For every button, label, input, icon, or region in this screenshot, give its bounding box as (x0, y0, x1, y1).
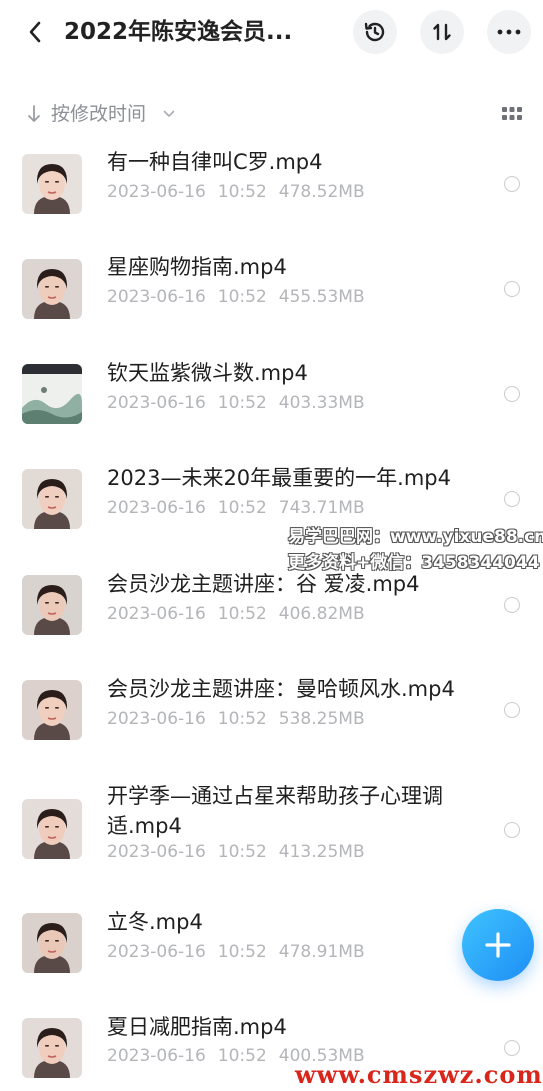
select-radio[interactable] (504, 176, 520, 192)
top-bar: 2022年陈安逸会员... (0, 0, 543, 66)
more-button[interactable] (487, 10, 531, 54)
file-size: 538.25MB (278, 709, 365, 729)
file-name: 会员沙龙主题讲座：曼哈顿风水.mp4 (107, 677, 455, 701)
arrow-down-icon (24, 102, 44, 126)
file-name: 钦天监紫微斗数.mp4 (107, 361, 308, 385)
file-size: 455.53MB (278, 287, 365, 307)
select-radio[interactable] (504, 597, 520, 613)
video-thumbnail (22, 799, 82, 859)
history-button[interactable] (353, 10, 397, 54)
select-radio[interactable] (504, 702, 520, 718)
file-date: 2023-06-16 (107, 498, 206, 518)
file-size: 403.33MB (278, 393, 365, 413)
watermark-text: 易学巴巴网：www.yixue88.cn (288, 527, 543, 547)
file-time: 10:52 (217, 942, 267, 962)
file-time: 10:52 (217, 393, 267, 413)
file-size: 478.52MB (278, 182, 365, 202)
video-thumbnail (22, 364, 82, 424)
file-meta: 2023-06-16 10:52 455.53MB (107, 285, 377, 309)
back-button[interactable] (20, 14, 50, 50)
file-name: 会员沙龙主题讲座：谷 爱凌.mp4 (107, 572, 420, 596)
file-date: 2023-06-16 (107, 182, 206, 202)
file-time: 10:52 (217, 287, 267, 307)
file-meta: 2023-06-16 10:52 406.82MB (107, 602, 377, 626)
select-radio[interactable] (504, 386, 520, 402)
file-date: 2023-06-16 (107, 842, 206, 862)
file-meta: 2023-06-16 10:52 538.25MB (107, 707, 377, 731)
video-thumbnail (22, 1018, 82, 1078)
add-button[interactable] (462, 909, 534, 981)
file-date: 2023-06-16 (107, 393, 206, 413)
watermark-text: 更多资料+微信：3458344044 (288, 553, 540, 573)
grid-view-icon (502, 107, 522, 120)
history-icon (364, 22, 385, 42)
file-size: 413.25MB (278, 842, 365, 862)
file-meta: 2023-06-16 10:52 743.71MB (107, 496, 377, 520)
video-thumbnail (22, 469, 82, 529)
video-thumbnail (22, 680, 82, 740)
file-date: 2023-06-16 (107, 604, 206, 624)
file-time: 10:52 (217, 498, 267, 518)
sort-mode-label[interactable]: 按修改时间 (51, 96, 146, 132)
file-date: 2023-06-16 (107, 287, 206, 307)
file-name: 2023—未来20年最重要的一年.mp4 (107, 466, 451, 490)
more-icon (497, 29, 521, 35)
file-meta: 2023-06-16 10:52 403.33MB (107, 391, 377, 415)
video-thumbnail (22, 913, 82, 973)
file-meta: 2023-06-16 10:52 478.52MB (107, 180, 377, 204)
file-size: 406.82MB (278, 604, 365, 624)
file-name: 夏日减肥指南.mp4 (107, 1015, 287, 1039)
file-time: 10:52 (217, 1046, 267, 1066)
file-size: 743.71MB (278, 498, 365, 518)
select-radio[interactable] (504, 491, 520, 507)
plus-icon (485, 932, 511, 958)
video-thumbnail (22, 575, 82, 635)
select-radio[interactable] (504, 822, 520, 838)
page-title: 2022年陈安逸会员... (64, 19, 293, 45)
file-date: 2023-06-16 (107, 709, 206, 729)
grid-view-button[interactable] (500, 103, 524, 125)
sort-order-button[interactable] (420, 10, 464, 54)
select-radio[interactable] (504, 281, 520, 297)
file-time: 10:52 (217, 182, 267, 202)
file-name: 有一种自律叫C罗.mp4 (107, 150, 323, 174)
file-name: 立冬.mp4 (107, 910, 203, 934)
select-radio[interactable] (504, 1040, 520, 1056)
video-thumbnail (22, 259, 82, 319)
file-time: 10:52 (217, 709, 267, 729)
file-time: 10:52 (217, 604, 267, 624)
file-date: 2023-06-16 (107, 1046, 206, 1066)
chevron-down-icon[interactable] (160, 104, 178, 124)
sort-order-icon (433, 23, 451, 41)
file-time: 10:52 (217, 842, 267, 862)
sort-bar: 按修改时间 (0, 96, 543, 132)
file-size: 478.91MB (278, 942, 365, 962)
file-name: 星座购物指南.mp4 (107, 255, 287, 279)
watermark-text: www.cmszwz.com (295, 1060, 543, 1089)
file-date: 2023-06-16 (107, 942, 206, 962)
file-meta: 2023-06-16 10:52 413.25MB (107, 840, 377, 864)
file-name: 开学季—通过占星来帮助孩子心理调适.mp4 (107, 784, 443, 838)
video-thumbnail (22, 154, 82, 214)
chevron-left-icon (29, 21, 41, 43)
file-meta: 2023-06-16 10:52 478.91MB (107, 940, 377, 964)
